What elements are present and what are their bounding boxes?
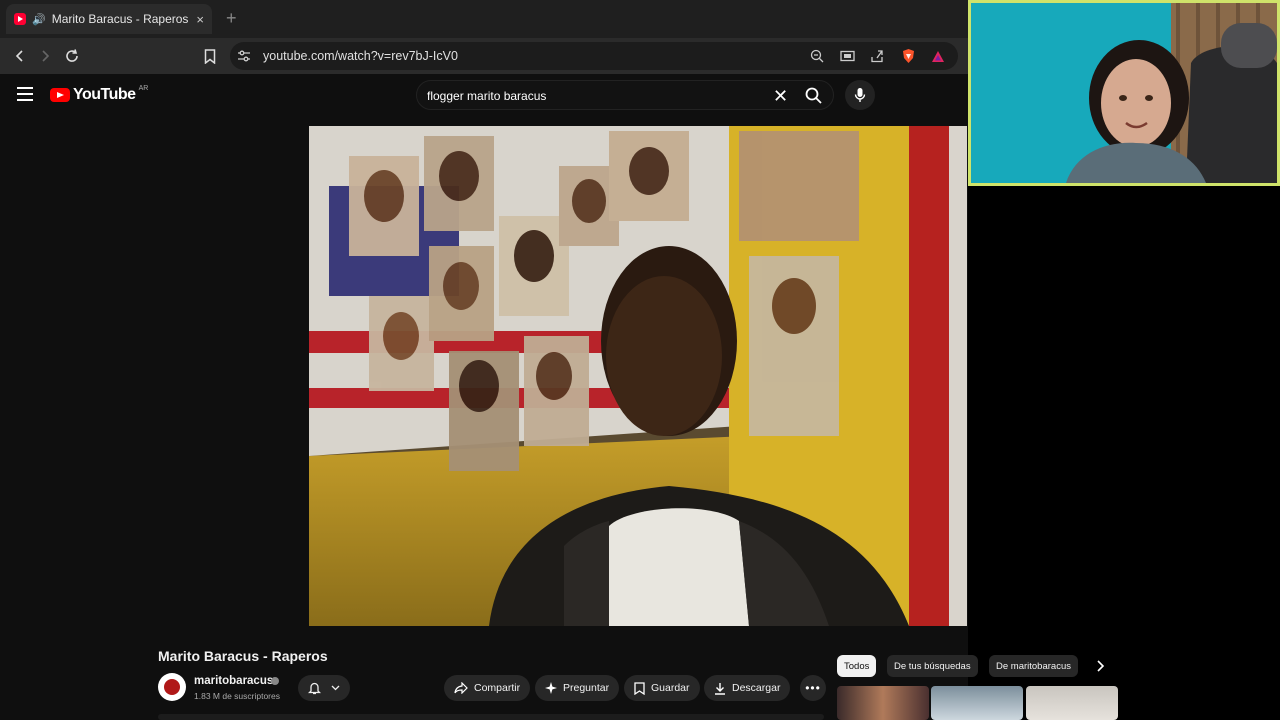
recommended-thumbnail[interactable] <box>837 686 929 720</box>
youtube-masthead: YouTube AR flogger marito baracus ✕ <box>0 74 968 118</box>
hamburger-menu-icon[interactable] <box>17 87 33 101</box>
download-icon <box>715 682 725 695</box>
brave-rewards-icon[interactable] <box>930 48 946 64</box>
sparkle-icon <box>545 682 557 694</box>
url-text[interactable]: youtube.com/watch?v=rev7bJ-IcV0 <box>263 49 458 63</box>
clear-search-icon[interactable]: ✕ <box>773 86 788 107</box>
recommended-thumbnail[interactable] <box>931 686 1023 720</box>
webcam-feed <box>971 3 1277 183</box>
forward-icon[interactable] <box>35 46 55 66</box>
close-tab-icon[interactable]: × <box>196 12 204 27</box>
channel-name[interactable]: maritobaracus <box>194 675 273 687</box>
streamer-image <box>971 3 1277 183</box>
ask-label: Preguntar <box>563 682 610 694</box>
tab-title: Marito Baracus - Raperos - YouTube <box>51 12 191 26</box>
search-input[interactable]: flogger marito baracus <box>427 89 546 103</box>
voice-search-button[interactable] <box>845 80 875 110</box>
new-tab-button[interactable]: + <box>226 8 237 29</box>
more-actions-button[interactable]: ••• <box>800 675 826 701</box>
download-button[interactable]: Descargar <box>704 675 791 701</box>
share-icon <box>454 682 468 694</box>
back-icon[interactable] <box>10 46 30 66</box>
chip-from-searches[interactable]: De tus búsquedas <box>887 655 978 677</box>
youtube-favicon-icon <box>14 13 26 25</box>
site-settings-icon[interactable] <box>236 48 252 64</box>
search-button[interactable] <box>798 80 828 110</box>
chip-all[interactable]: Todos <box>837 655 877 677</box>
recommended-thumbnail[interactable] <box>1026 686 1118 720</box>
verified-icon <box>271 677 279 685</box>
share-page-icon[interactable] <box>869 48 885 64</box>
zoom-icon[interactable] <box>809 48 825 64</box>
browser-tab[interactable]: 🔊 Marito Baracus - Raperos - YouTube × <box>6 4 212 34</box>
address-bar[interactable]: youtube.com/watch?v=rev7bJ-IcV0 <box>230 42 958 70</box>
webcam-overlay <box>968 0 1280 186</box>
save-label: Guardar <box>651 682 690 694</box>
search-box[interactable]: flogger marito baracus ✕ <box>416 80 834 110</box>
download-label: Descargar <box>732 682 781 694</box>
chip-from-channel[interactable]: De maritobaracus <box>989 655 1078 677</box>
bell-icon <box>308 682 321 695</box>
browser-toolbar: youtube.com/watch?v=rev7bJ-IcV0 <box>0 38 968 74</box>
reload-icon[interactable] <box>62 46 82 66</box>
video-frame-image <box>309 126 967 626</box>
share-button[interactable]: Compartir <box>444 675 531 701</box>
brave-shield-icon[interactable] <box>900 48 916 64</box>
subscriber-count: 1.83 M de suscriptores <box>194 691 280 701</box>
ask-button[interactable]: Preguntar <box>535 675 620 701</box>
share-label: Compartir <box>474 682 521 694</box>
speaker-icon[interactable]: 🔊 <box>32 13 46 26</box>
youtube-logo[interactable]: YouTube AR <box>50 84 149 104</box>
youtube-play-icon <box>50 88 70 102</box>
cast-icon[interactable] <box>839 48 855 64</box>
bookmark-icon[interactable] <box>200 46 220 66</box>
browser-tab-strip: 🔊 Marito Baracus - Raperos - YouTube × + <box>0 0 968 38</box>
notification-settings-button[interactable] <box>298 675 350 701</box>
search-icon <box>805 87 822 104</box>
screen: 🔊 Marito Baracus - Raperos - YouTube × +… <box>0 0 1280 720</box>
description-box[interactable] <box>158 714 824 720</box>
video-title: Marito Baracus - Raperos <box>158 648 328 664</box>
save-button[interactable]: Guardar <box>624 675 700 701</box>
chevron-right-icon[interactable] <box>1092 658 1108 674</box>
logo-text: YouTube <box>73 86 136 103</box>
channel-avatar[interactable] <box>158 673 186 701</box>
country-code: AR <box>138 84 149 92</box>
bookmark-save-icon <box>634 681 645 695</box>
microphone-icon <box>854 88 866 102</box>
chevron-down-icon <box>331 685 340 691</box>
video-player[interactable] <box>309 126 967 626</box>
right-panel-blank <box>968 186 1280 720</box>
